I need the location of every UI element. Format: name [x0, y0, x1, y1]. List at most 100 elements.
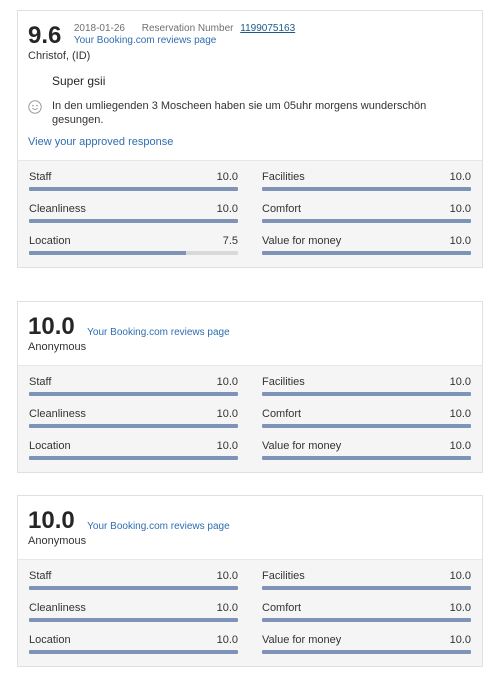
metric-bar-fill — [29, 456, 238, 460]
score-breakdown: Staff 10.0 Facilities 10.0 Cleanliness 10.0 Co… — [18, 365, 482, 472]
metric-bar-fill — [262, 650, 471, 654]
metric-bar — [29, 424, 238, 428]
metric-bar-fill — [262, 187, 471, 191]
metric-label: Cleanliness — [29, 408, 86, 420]
metric-label: Location — [29, 634, 71, 646]
metric-cleanliness: Cleanliness 10.0 — [29, 602, 238, 622]
reviews-page-link[interactable]: Your Booking.com reviews page — [87, 327, 230, 338]
metric-bar-fill — [29, 251, 186, 255]
metric-bar-fill — [262, 456, 471, 460]
reservation-number-link[interactable]: 1199075163 — [240, 23, 295, 34]
metric-bar-fill — [262, 618, 471, 622]
metric-value: 10.0 — [216, 203, 238, 215]
metric-bar — [262, 219, 471, 223]
metric-comfort: Comfort 10.0 — [262, 203, 471, 223]
metric-bar-fill — [29, 219, 238, 223]
metric-bar-fill — [29, 187, 238, 191]
metric-cleanliness: Cleanliness 10.0 — [29, 408, 238, 428]
metric-value: 10.0 — [449, 203, 471, 215]
reviewer-name: Anonymous — [28, 341, 87, 353]
comment-text: In den umliegenden 3 Moscheen haben sie … — [52, 100, 427, 126]
review-comment: In den umliegenden 3 Moscheen haben sie … — [28, 99, 472, 127]
metric-value-for-money: Value for money 10.0 — [262, 440, 471, 460]
metric-value: 10.0 — [216, 171, 238, 183]
reviews-page-link[interactable]: Your Booking.com reviews page — [87, 521, 230, 532]
review-card: 10.0 Your Booking.com reviews page Anony… — [17, 495, 483, 667]
metric-label: Cleanliness — [29, 602, 86, 614]
metric-label: Location — [29, 440, 71, 452]
metric-value: 10.0 — [449, 235, 471, 247]
metric-facilities: Facilities 10.0 — [262, 376, 471, 396]
metric-bar — [262, 187, 471, 191]
metric-value: 10.0 — [449, 440, 471, 452]
metric-bar — [29, 187, 238, 191]
metric-value: 10.0 — [216, 376, 238, 388]
metric-value: 10.0 — [449, 602, 471, 614]
metric-bar — [29, 650, 238, 654]
metric-label: Value for money — [262, 235, 342, 247]
metric-bar — [262, 392, 471, 396]
review-header: 10.0 Your Booking.com reviews page Anony… — [18, 302, 482, 365]
metric-bar-fill — [29, 424, 238, 428]
metric-bar — [262, 586, 471, 590]
metric-bar — [262, 618, 471, 622]
metric-bar-fill — [29, 618, 238, 622]
metric-label: Location — [29, 235, 71, 247]
score-breakdown: Staff 10.0 Facilities 10.0 Cleanliness 10.0 Co… — [18, 160, 482, 267]
metric-value: 10.0 — [216, 634, 238, 646]
metric-location: Location 7.5 — [29, 235, 238, 255]
metric-label: Staff — [29, 171, 52, 183]
metric-label: Comfort — [262, 408, 302, 420]
reviewer-name: Anonymous — [28, 535, 87, 547]
metric-bar-fill — [262, 251, 471, 255]
metric-value-for-money: Value for money 10.0 — [262, 634, 471, 654]
metric-bar — [29, 618, 238, 622]
metric-value: 10.0 — [449, 634, 471, 646]
review-header: 10.0 Your Booking.com reviews page Anony… — [18, 496, 482, 559]
metric-value: 10.0 — [216, 602, 238, 614]
review-meta: Your Booking.com reviews page — [87, 521, 230, 533]
review-score: 10.0 — [28, 507, 75, 534]
metric-value: 10.0 — [449, 570, 471, 582]
metric-value-for-money: Value for money 10.0 — [262, 235, 471, 255]
reviews-page-link[interactable]: Your Booking.com reviews page — [74, 35, 217, 46]
metric-bar-fill — [262, 586, 471, 590]
metric-facilities: Facilities 10.0 — [262, 171, 471, 191]
metric-label: Staff — [29, 570, 52, 582]
metric-bar — [29, 586, 238, 590]
metric-label: Comfort — [262, 203, 302, 215]
metric-label: Comfort — [262, 602, 302, 614]
metric-value: 10.0 — [449, 408, 471, 420]
metric-staff: Staff 10.0 — [29, 376, 238, 396]
metric-staff: Staff 10.0 — [29, 171, 238, 191]
metric-label: Staff — [29, 376, 52, 388]
metric-comfort: Comfort 10.0 — [262, 602, 471, 622]
metric-comfort: Comfort 10.0 — [262, 408, 471, 428]
metric-bar — [262, 456, 471, 460]
review-title: Super gsii — [52, 74, 106, 88]
metric-value: 10.0 — [216, 440, 238, 452]
metric-bar-fill — [262, 219, 471, 223]
metric-bar — [262, 650, 471, 654]
metric-bar-fill — [29, 586, 238, 590]
metric-cleanliness: Cleanliness 10.0 — [29, 203, 238, 223]
metric-bar-fill — [262, 424, 471, 428]
metric-label: Value for money — [262, 634, 342, 646]
score-breakdown: Staff 10.0 Facilities 10.0 Cleanliness 10.0 Co… — [18, 559, 482, 666]
review-card: 10.0 Your Booking.com reviews page Anony… — [17, 301, 483, 473]
review-date: 2018-01-26 — [73, 23, 125, 34]
metric-staff: Staff 10.0 — [29, 570, 238, 590]
metric-bar — [262, 251, 471, 255]
metric-value: 10.0 — [216, 570, 238, 582]
review-card: 9.6 2018-01-26 Reservation Number 119907… — [17, 10, 483, 268]
metric-bar — [29, 251, 238, 255]
metric-value: 10.0 — [449, 171, 471, 183]
review-score: 9.6 — [28, 22, 62, 49]
review-meta: 2018-01-26 Reservation Number 1199075163… — [74, 23, 295, 47]
metric-bar — [29, 392, 238, 396]
smiley-icon — [28, 100, 42, 114]
metric-label: Facilities — [262, 570, 305, 582]
view-response-link[interactable]: View your approved response — [28, 136, 472, 160]
metric-label: Facilities — [262, 171, 305, 183]
metric-value: 10.0 — [449, 376, 471, 388]
